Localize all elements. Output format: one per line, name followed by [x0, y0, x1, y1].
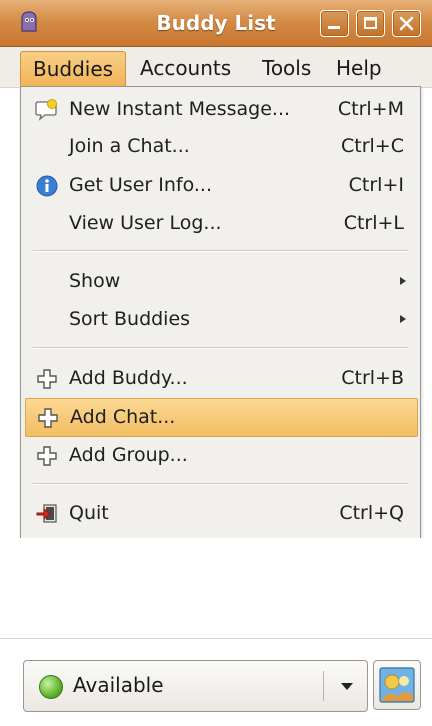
menu-item-label: Join a Chat...	[69, 135, 190, 157]
menu-item-get-user-info[interactable]: Get User Info... Ctrl+I	[25, 167, 416, 204]
status-separator	[0, 638, 432, 639]
menu-separator	[33, 483, 408, 485]
menu-item-accel: Ctrl+M	[337, 98, 404, 120]
menu-accounts[interactable]: Accounts	[128, 51, 243, 85]
menu-item-show[interactable]: Show	[25, 263, 416, 300]
menu-separator	[33, 347, 408, 349]
menu-item-label: Show	[69, 270, 121, 292]
menu-item-accel: Ctrl+Q	[339, 502, 404, 524]
menu-help[interactable]: Help	[324, 51, 394, 85]
menu-item-join-chat[interactable]: Join a Chat... Ctrl+C	[25, 128, 416, 165]
menu-item-label: Add Buddy...	[69, 367, 188, 389]
maximize-button[interactable]	[356, 10, 385, 37]
menu-buddies[interactable]: Buddies	[20, 51, 127, 86]
menu-tools-label: Tools	[262, 56, 312, 80]
menu-item-add-buddy[interactable]: Add Buddy... Ctrl+B	[25, 360, 416, 397]
menu-item-sort-buddies[interactable]: Sort Buddies	[25, 301, 416, 338]
minimize-button[interactable]	[320, 10, 349, 37]
status-selector[interactable]: Available	[23, 660, 368, 712]
menu-item-view-user-log[interactable]: View User Log... Ctrl+L	[25, 205, 416, 242]
buddy-list-area[interactable]	[0, 538, 432, 638]
menu-item-add-chat[interactable]: Add Chat...	[25, 398, 418, 437]
buddy-icon-button[interactable]	[373, 660, 421, 710]
status-label: Available	[73, 673, 164, 697]
menu-item-label: Get User Info...	[69, 174, 212, 196]
submenu-arrow-icon	[400, 315, 406, 323]
add-icon	[37, 446, 57, 466]
submenu-arrow-icon	[400, 277, 406, 285]
menu-help-label: Help	[336, 56, 382, 80]
quit-icon	[36, 504, 57, 523]
menu-buddies-label: Buddies	[33, 57, 114, 81]
menu-item-label: Sort Buddies	[69, 308, 191, 330]
menu-item-add-group[interactable]: Add Group...	[25, 437, 416, 474]
menu-item-label: Add Chat...	[70, 406, 176, 428]
menu-item-new-instant-message[interactable]: New Instant Message... Ctrl+M	[25, 91, 416, 128]
menu-item-label: New Instant Message...	[69, 98, 291, 120]
minimize-icon	[328, 26, 340, 29]
menu-item-accel: Ctrl+L	[343, 212, 404, 234]
menu-item-quit[interactable]: Quit Ctrl+Q	[25, 495, 416, 532]
add-icon	[38, 408, 58, 428]
maximize-icon	[364, 17, 377, 29]
menu-separator	[33, 250, 408, 252]
menu-tools[interactable]: Tools	[250, 51, 323, 85]
menu-item-label: Quit	[69, 502, 109, 524]
buddy-list-window: Buddy List Buddies Accounts Tools Help N…	[0, 0, 432, 726]
chevron-down-icon[interactable]	[341, 683, 353, 690]
combo-divider	[323, 671, 324, 701]
menu-item-accel: Ctrl+B	[341, 367, 404, 389]
menu-item-label: View User Log...	[69, 212, 222, 234]
menu-item-label: Add Group...	[69, 444, 188, 466]
title-bar[interactable]: Buddy List	[0, 0, 432, 47]
menu-item-accel: Ctrl+C	[341, 135, 404, 157]
available-status-icon	[39, 675, 63, 699]
menu-item-accel: Ctrl+I	[348, 174, 404, 196]
info-icon	[36, 175, 58, 197]
menu-bar: Buddies Accounts Tools Help	[0, 47, 432, 88]
close-icon	[399, 16, 414, 31]
buddy-avatar-icon	[379, 667, 415, 703]
add-icon	[37, 369, 57, 389]
close-button[interactable]	[392, 10, 421, 37]
new-message-icon	[35, 99, 57, 121]
buddies-menu-dropdown: New Instant Message... Ctrl+M Join a Cha…	[20, 86, 421, 540]
menu-accounts-label: Accounts	[140, 56, 232, 80]
